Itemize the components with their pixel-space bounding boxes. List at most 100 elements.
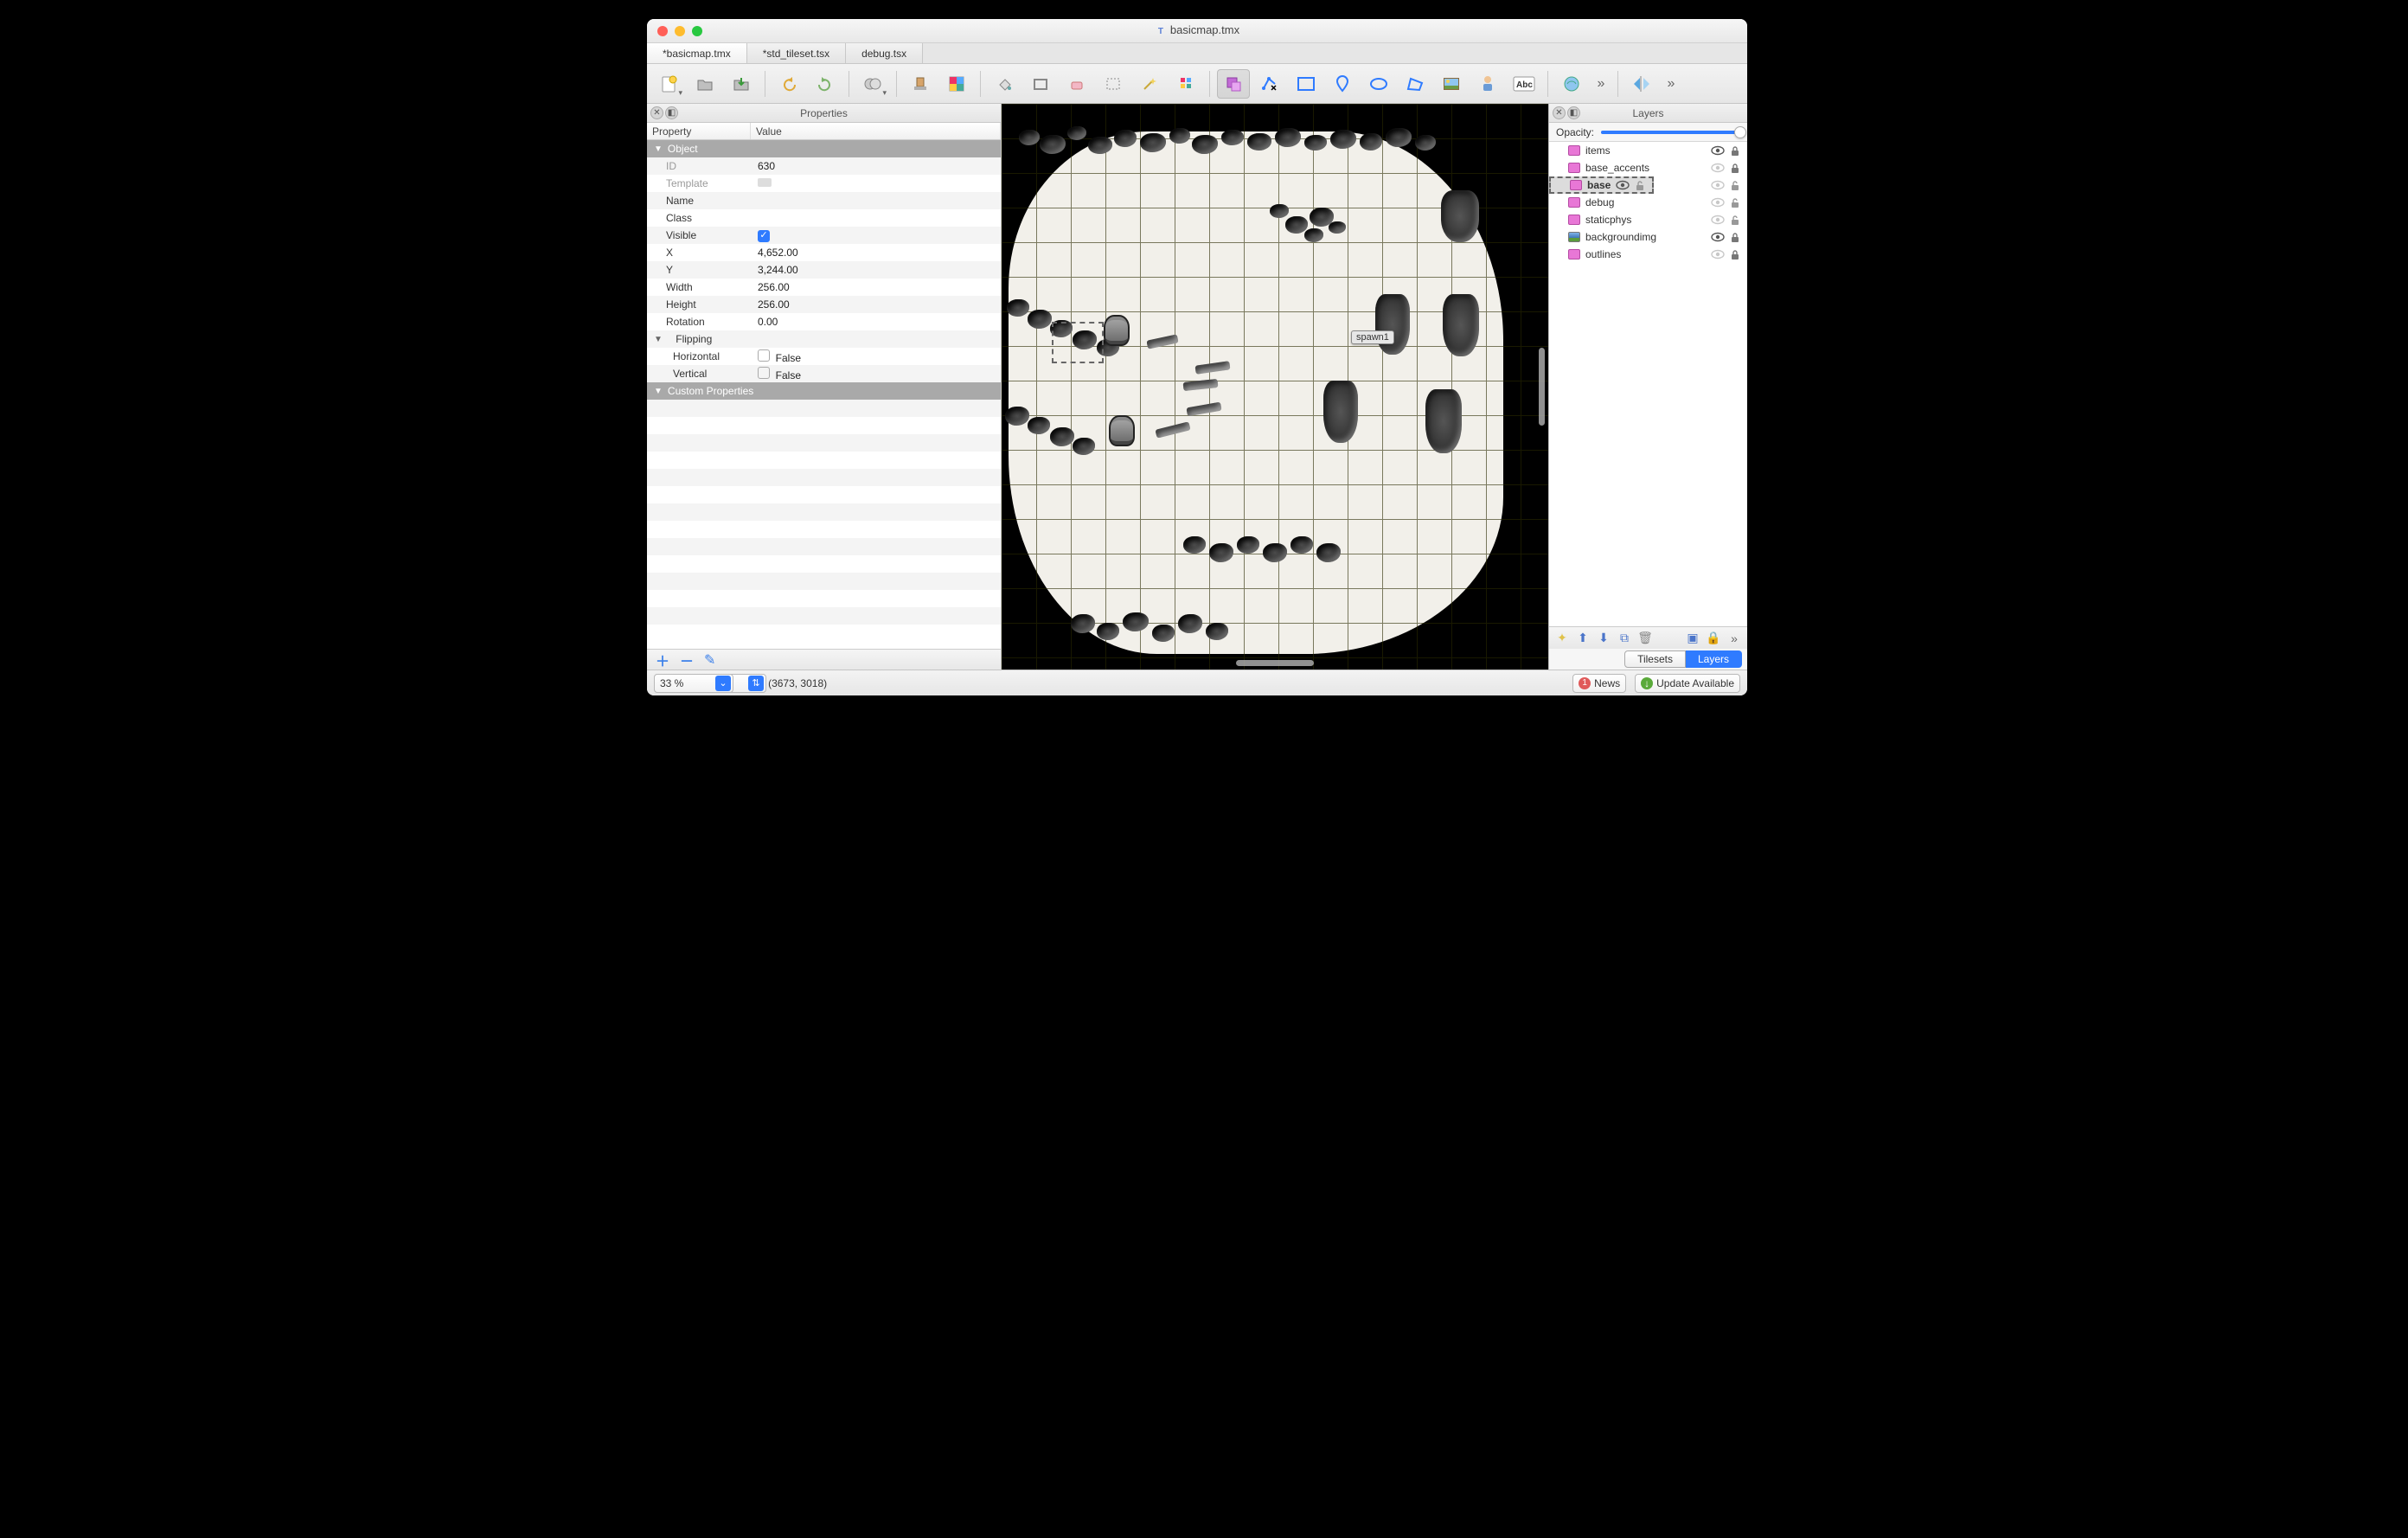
vertical-scrollbar[interactable]	[1539, 348, 1545, 426]
layer-row[interactable]: staticphys	[1549, 211, 1747, 228]
prop-flip-vertical[interactable]: Vertical False	[647, 365, 1001, 382]
visibility-toggle[interactable]	[1711, 163, 1725, 173]
toolbar-overflow-button-2[interactable]: »	[1662, 76, 1681, 92]
lock-toggle[interactable]	[1730, 232, 1742, 243]
visibility-toggle[interactable]	[1711, 249, 1725, 260]
column-value[interactable]: Value	[751, 123, 1001, 139]
remove-property-button[interactable]: －	[680, 650, 694, 670]
visibility-toggle[interactable]	[1711, 180, 1725, 190]
zoom-window-button[interactable]	[692, 26, 702, 36]
layer-row[interactable]: items	[1549, 142, 1747, 159]
visibility-toggle[interactable]	[1711, 145, 1725, 156]
layer-row[interactable]: backgroundimg	[1549, 228, 1747, 246]
layer-row[interactable]: base	[1549, 176, 1654, 194]
save-file-button[interactable]	[725, 69, 758, 99]
file-tab[interactable]: *std_tileset.tsx	[747, 43, 846, 63]
map-object-barrel[interactable]	[1104, 315, 1130, 346]
prop-y[interactable]: Y3,244.00	[647, 261, 1001, 279]
panel-undock-icon[interactable]: ◧	[665, 106, 678, 119]
insert-ellipse-button[interactable]	[1362, 69, 1395, 99]
file-tab[interactable]: *basicmap.tmx	[647, 43, 747, 63]
terrain-brush-button[interactable]	[940, 69, 973, 99]
visibility-toggle[interactable]	[1711, 232, 1725, 242]
insert-text-button[interactable]: Abc	[1508, 69, 1540, 99]
layers-overflow-button[interactable]: »	[1726, 631, 1742, 646]
shape-fill-button[interactable]	[1024, 69, 1057, 99]
prop-flip-horizontal[interactable]: Horizontal False	[647, 348, 1001, 365]
close-window-button[interactable]	[657, 26, 668, 36]
prop-rotation[interactable]: Rotation0.00	[647, 313, 1001, 330]
open-file-button[interactable]	[688, 69, 721, 99]
section-flipping[interactable]: ▼ Flipping	[647, 330, 1001, 348]
add-property-button[interactable]: ＋	[656, 650, 669, 670]
panel-undock-icon[interactable]: ◧	[1567, 106, 1580, 119]
delete-layer-button[interactable]: 🗑	[1637, 631, 1653, 646]
eraser-button[interactable]	[1060, 69, 1093, 99]
layer-row[interactable]: outlines	[1549, 246, 1747, 263]
lock-toggle[interactable]	[1730, 215, 1742, 226]
edit-property-button[interactable]: ✎	[704, 651, 715, 669]
prop-class[interactable]: Class	[647, 209, 1001, 227]
prop-visible[interactable]: Visible✓	[647, 227, 1001, 244]
column-property[interactable]: Property	[647, 123, 751, 139]
stamp-brush-button[interactable]	[904, 69, 937, 99]
map-object-barrel[interactable]	[1109, 415, 1135, 446]
insert-point-button[interactable]	[1326, 69, 1359, 99]
prop-width[interactable]: Width256.00	[647, 279, 1001, 296]
toolbar-overflow-button[interactable]: »	[1591, 76, 1611, 92]
lock-layers-button[interactable]: 🔒	[1706, 631, 1721, 646]
flip-horizontal-button[interactable]	[1625, 69, 1658, 99]
news-button[interactable]: 1 News	[1572, 674, 1626, 693]
lock-toggle[interactable]	[1635, 180, 1647, 191]
edit-polygons-button[interactable]	[1253, 69, 1286, 99]
lock-toggle[interactable]	[1730, 249, 1742, 260]
map-viewport[interactable]: spawn1	[1002, 104, 1548, 670]
checkbox-icon[interactable]: ✓	[758, 230, 770, 242]
layer-row[interactable]: debug	[1549, 194, 1747, 211]
layer-down-button[interactable]: ⬇	[1596, 631, 1611, 646]
redo-button[interactable]	[809, 69, 842, 99]
checkbox-icon[interactable]	[758, 349, 770, 362]
select-objects-button[interactable]	[1217, 69, 1250, 99]
minimize-window-button[interactable]	[675, 26, 685, 36]
checkbox-icon[interactable]	[758, 367, 770, 379]
selection-rectangle[interactable]	[1052, 322, 1104, 363]
select-same-button[interactable]	[1169, 69, 1202, 99]
insert-rectangle-button[interactable]	[1290, 69, 1322, 99]
visibility-toggle[interactable]	[1711, 197, 1725, 208]
lock-toggle[interactable]	[1730, 197, 1742, 208]
highlight-layer-button[interactable]: ▣	[1685, 631, 1700, 646]
visibility-toggle[interactable]	[1711, 215, 1725, 225]
zoom-selector[interactable]: 33 % ⌄	[654, 674, 733, 693]
object-label-spawn1[interactable]: spawn1	[1351, 330, 1394, 344]
layer-row[interactable]: base_accents	[1549, 159, 1747, 176]
command-button[interactable]: ▾	[856, 69, 889, 99]
undo-button[interactable]	[772, 69, 805, 99]
lock-toggle[interactable]	[1730, 145, 1742, 157]
layer-up-button[interactable]: ⬆	[1575, 631, 1591, 646]
file-tab[interactable]: debug.tsx	[846, 43, 923, 63]
new-layer-button[interactable]: ✦	[1554, 631, 1570, 646]
bucket-fill-button[interactable]	[988, 69, 1021, 99]
visibility-toggle[interactable]	[1616, 180, 1630, 190]
new-file-button[interactable]: ▾	[652, 69, 685, 99]
panel-close-icon[interactable]: ✕	[650, 106, 663, 119]
section-object[interactable]: ▼Object	[647, 140, 1001, 157]
tab-layers[interactable]: Layers	[1686, 650, 1742, 668]
insert-template-button[interactable]	[1471, 69, 1504, 99]
random-mode-button[interactable]	[1555, 69, 1588, 99]
lock-toggle[interactable]	[1730, 163, 1742, 174]
insert-polygon-button[interactable]	[1399, 69, 1431, 99]
tab-tilesets[interactable]: Tilesets	[1624, 650, 1686, 668]
magic-wand-button[interactable]	[1133, 69, 1166, 99]
prop-x[interactable]: X4,652.00	[647, 244, 1001, 261]
rect-select-button[interactable]	[1097, 69, 1130, 99]
prop-name[interactable]: Name	[647, 192, 1001, 209]
horizontal-scrollbar[interactable]	[1236, 660, 1314, 666]
duplicate-layer-button[interactable]: ⧉	[1617, 631, 1632, 646]
panel-close-icon[interactable]: ✕	[1553, 106, 1566, 119]
lock-toggle[interactable]	[1730, 180, 1742, 191]
insert-tile-button[interactable]	[1435, 69, 1468, 99]
section-custom-properties[interactable]: ▼Custom Properties	[647, 382, 1001, 400]
prop-height[interactable]: Height256.00	[647, 296, 1001, 313]
